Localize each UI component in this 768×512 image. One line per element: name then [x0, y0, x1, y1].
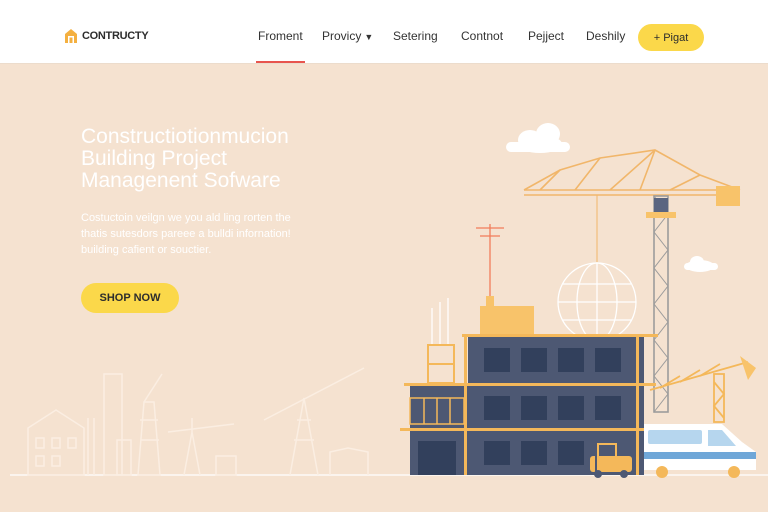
crane-cab	[654, 198, 668, 212]
antenna-base	[486, 296, 494, 306]
background-city-silhouette	[27, 367, 369, 476]
nav-item-provicy[interactable]: Provicy ▼	[322, 29, 373, 43]
nav-item-provicy-label: Provicy	[322, 29, 362, 43]
main-building	[400, 334, 658, 475]
cloud-icon	[506, 123, 570, 153]
nav-item-setering[interactable]: Setering	[393, 29, 438, 43]
nav-item-contnot[interactable]: Contnot	[461, 29, 503, 43]
chevron-down-icon: ▼	[364, 32, 374, 42]
rooftop-box	[480, 306, 534, 336]
brand-name: CONTRUCTY	[82, 30, 149, 42]
small-crane-right	[649, 361, 749, 423]
cta-button[interactable]: + Pigat	[638, 24, 704, 51]
delivery-van	[644, 424, 756, 478]
construction-illustration	[10, 123, 768, 478]
nav-item-pejject[interactable]: Pejject	[528, 29, 564, 43]
crane-platform	[646, 212, 676, 218]
cloud-small-icon	[684, 256, 718, 272]
brand-logo[interactable]: CONTRUCTY	[64, 28, 149, 44]
nav-item-froment[interactable]: Froment	[256, 29, 305, 63]
small-crane-weight	[740, 356, 756, 380]
scaffold-poles	[431, 298, 449, 345]
globe-structure	[557, 262, 637, 342]
nav-item-deshily[interactable]: Deshily	[586, 29, 625, 43]
top-navbar: CONTRUCTY Froment Provicy ▼ Setering Cont…	[0, 0, 768, 64]
crane-counterweight	[716, 186, 740, 206]
building-logo-icon	[65, 29, 77, 43]
rooftop-antenna	[476, 224, 504, 296]
